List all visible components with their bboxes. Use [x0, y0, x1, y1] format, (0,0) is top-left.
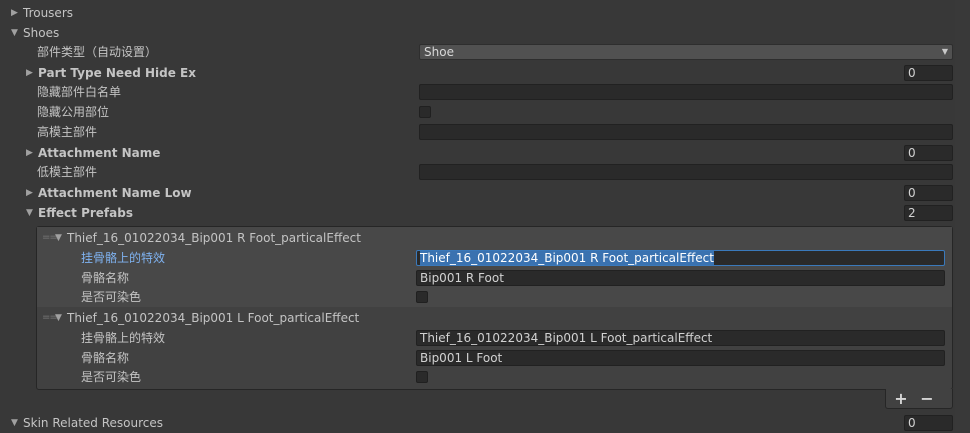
list-footer: + − [885, 389, 953, 409]
collapsed-arrow-icon[interactable]: ▶ [26, 63, 36, 83]
element-dyeable-checkbox[interactable] [416, 291, 428, 303]
high-main-part-label: 高模主部件 [37, 125, 98, 139]
part-type-need-hide-ex-label: Part Type Need Hide Ex [38, 66, 196, 80]
selected-text: Thief_16_01022034_Bip001 R Foot_partical… [420, 251, 714, 265]
element-title: Thief_16_01022034_Bip001 R Foot_partical… [67, 231, 361, 245]
add-element-button[interactable]: + [892, 389, 910, 409]
attachment-name-label: Attachment Name [38, 146, 161, 160]
part-type-value: Shoe [424, 45, 454, 59]
low-main-part-label: 低模主部件 [37, 165, 98, 179]
high-main-part-row: 高模主部件 [0, 122, 970, 142]
collapsed-arrow-icon[interactable]: ▶ [26, 143, 36, 163]
element-dyeable-row: 是否可染色 [0, 367, 970, 387]
remove-element-button[interactable]: − [918, 389, 936, 409]
effect-prefabs-size-field[interactable]: 2 [904, 205, 953, 221]
part-type-label: 部件类型（自动设置） [37, 45, 158, 59]
element-dyeable-row: 是否可染色 [0, 287, 970, 307]
shoes-foldout[interactable]: ▼ Shoes [0, 23, 970, 43]
part-type-need-hide-ex-row: ▶ Part Type Need Hide Ex 0 [0, 63, 970, 83]
list-item[interactable]: == ▼ Thief_16_01022034_Bip001 R Foot_par… [0, 228, 970, 248]
trousers-foldout[interactable]: ▶ Trousers [0, 3, 970, 23]
hide-common-part-row: 隐藏公用部位 [0, 102, 970, 122]
element-bone-row: 骨骼名称 Bip001 R Foot [0, 268, 970, 288]
low-main-part-row: 低模主部件 [0, 162, 970, 182]
expanded-arrow-icon[interactable]: ▼ [26, 203, 36, 223]
expanded-arrow-icon[interactable]: ▼ [11, 413, 21, 433]
effect-prefabs-label: Effect Prefabs [38, 206, 133, 220]
effect-prefabs-row: ▼ Effect Prefabs 2 [0, 203, 970, 223]
part-type-need-hide-ex-size-field[interactable]: 0 [904, 65, 953, 81]
attachment-name-low-size-field[interactable]: 0 [904, 185, 953, 201]
skin-related-resources-label: Skin Related Resources [23, 416, 163, 430]
hide-part-whitelist-label: 隐藏部件白名单 [37, 85, 122, 99]
hide-part-whitelist-row: 隐藏部件白名单 [0, 82, 970, 102]
element-bone-label: 骨骼名称 [81, 351, 130, 365]
skin-related-resources-size-field[interactable]: 0 [904, 415, 953, 431]
collapsed-arrow-icon[interactable]: ▶ [11, 3, 21, 23]
hide-part-whitelist-field[interactable] [419, 84, 953, 100]
element-effect-row: 挂骨骼上的特效 Thief_16_01022034_Bip001 L Foot_… [0, 328, 970, 348]
expanded-arrow-icon[interactable]: ▼ [55, 228, 65, 248]
expanded-arrow-icon[interactable]: ▼ [55, 308, 65, 328]
element-effect-label: 挂骨骼上的特效 [81, 251, 166, 265]
element-effect-row: 挂骨骼上的特效 Thief_16_01022034_Bip001 R Foot_… [0, 248, 970, 268]
attachment-name-low-label: Attachment Name Low [38, 186, 192, 200]
collapsed-arrow-icon[interactable]: ▶ [26, 183, 36, 203]
trousers-label: Trousers [23, 6, 74, 20]
element-effect-field[interactable]: Thief_16_01022034_Bip001 L Foot_partical… [416, 330, 945, 346]
element-dyeable-checkbox[interactable] [416, 371, 428, 383]
chevron-down-icon: ▼ [941, 47, 948, 56]
element-dyeable-label: 是否可染色 [81, 290, 142, 304]
attachment-name-size-field[interactable]: 0 [904, 145, 953, 161]
list-item[interactable]: == ▼ Thief_16_01022034_Bip001 L Foot_par… [0, 308, 970, 328]
hide-common-part-checkbox[interactable] [419, 106, 431, 118]
part-type-dropdown[interactable]: Shoe ▼ [419, 44, 953, 60]
part-type-row: 部件类型（自动设置） Shoe ▼ [0, 42, 970, 62]
low-main-part-field[interactable] [419, 164, 953, 180]
element-dyeable-label: 是否可染色 [81, 370, 142, 384]
attachment-name-low-row: ▶ Attachment Name Low 0 [0, 183, 970, 203]
hide-common-part-label: 隐藏公用部位 [37, 105, 110, 119]
vertical-scrollbar[interactable] [955, 0, 970, 430]
element-bone-row: 骨骼名称 Bip001 L Foot [0, 348, 970, 368]
shoes-label: Shoes [23, 26, 60, 40]
element-bone-field[interactable]: Bip001 L Foot [416, 350, 945, 366]
attachment-name-row: ▶ Attachment Name 0 [0, 143, 970, 163]
element-bone-field[interactable]: Bip001 R Foot [416, 270, 945, 286]
element-title: Thief_16_01022034_Bip001 L Foot_partical… [67, 311, 360, 325]
element-effect-field[interactable]: Thief_16_01022034_Bip001 R Foot_partical… [416, 250, 945, 266]
high-main-part-field[interactable] [419, 124, 953, 140]
element-bone-label: 骨骼名称 [81, 271, 130, 285]
element-effect-label: 挂骨骼上的特效 [81, 331, 166, 345]
expanded-arrow-icon[interactable]: ▼ [11, 23, 21, 43]
skin-related-resources-row: ▼ Skin Related Resources 0 [0, 413, 970, 433]
